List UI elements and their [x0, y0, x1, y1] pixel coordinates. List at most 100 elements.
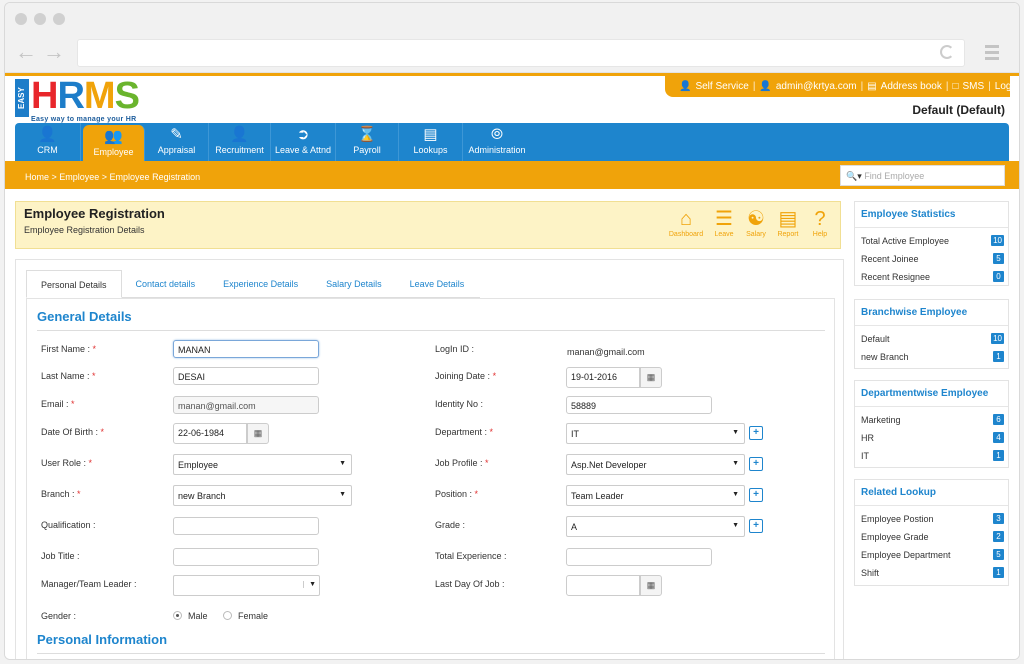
self-service-link[interactable]: Self Service: [695, 81, 748, 92]
hourglass-icon: ⌛: [357, 126, 377, 143]
nav-administration[interactable]: ⦾ Administration: [463, 123, 531, 161]
question-icon: ?: [814, 208, 826, 230]
nav-payroll[interactable]: ⌛ Payroll: [336, 123, 399, 161]
grade-select[interactable]: A ▼: [566, 516, 745, 537]
position-label: Position : *: [435, 489, 479, 499]
chevron-down-icon: ▼: [732, 491, 739, 498]
user-role-label: User Role : *: [41, 458, 93, 468]
branch-select[interactable]: new Branch ▼: [173, 485, 352, 506]
position-select[interactable]: Team Leader ▼: [566, 485, 745, 506]
last-day-input[interactable]: [566, 575, 640, 596]
search-icon[interactable]: 🔍▾: [846, 171, 862, 181]
stat-row[interactable]: Recent Joinee 5: [855, 250, 1008, 268]
top-links-bar: 👤 Self Service | 👤 admin@krtya.com | ▤ A…: [665, 76, 1019, 97]
tab-salary-details[interactable]: Salary Details: [312, 270, 396, 297]
nav-leave-attnd[interactable]: ➲ Leave & Attnd: [271, 123, 336, 161]
dashboard-button[interactable]: ⌂ Dashboard: [668, 207, 704, 238]
departmentwise-employee-panel: Departmentwise Employee Marketing 6 HR 4 I…: [854, 380, 1009, 468]
logout-link[interactable]: Logout: [995, 81, 1019, 92]
job-profile-select[interactable]: Asp.Net Developer ▼: [566, 454, 745, 475]
grade-label: Grade :: [435, 520, 466, 530]
forward-arrow-icon[interactable]: →: [43, 41, 65, 63]
leave-button[interactable]: ☰ Leave: [706, 207, 742, 238]
lookup-row[interactable]: Employee Grade 2: [855, 528, 1008, 546]
chevron-down-icon: ▼: [339, 491, 346, 498]
calendar-icon[interactable]: ▦: [247, 423, 269, 444]
edit-icon: ✎: [170, 126, 183, 143]
report-button[interactable]: ▤ Report: [770, 207, 806, 238]
section-title-personal: Personal Information: [37, 632, 168, 647]
easy-hrms-logo[interactable]: EASY HRMS Easy way to manage your HR: [15, 75, 155, 125]
panel-title: Employee Statistics: [855, 202, 1008, 228]
window-dot-minimize[interactable]: [34, 13, 46, 25]
tab-personal-details[interactable]: Personal Details: [26, 270, 122, 298]
branch-row[interactable]: Default 10: [855, 330, 1008, 348]
tab-contact-details[interactable]: Contact details: [122, 270, 210, 297]
tab-experience-details[interactable]: Experience Details: [209, 270, 312, 297]
nav-crm[interactable]: 👤 CRM: [15, 123, 81, 161]
search-input[interactable]: Find Employee: [864, 171, 924, 181]
last-name-input[interactable]: DESAI: [173, 367, 319, 385]
identity-no-input[interactable]: 58889: [566, 396, 712, 414]
qualification-input[interactable]: [173, 517, 319, 535]
calendar-icon[interactable]: ▦: [640, 367, 662, 388]
section-divider: [37, 330, 825, 331]
login-id-label: LogIn ID :: [435, 344, 475, 354]
count-badge: 3: [993, 513, 1004, 524]
window-dot-close[interactable]: [15, 13, 27, 25]
calendar-icon[interactable]: ▦: [640, 575, 662, 596]
nav-lookups[interactable]: ▤ Lookups: [399, 123, 463, 161]
address-bar[interactable]: [77, 39, 965, 67]
section-divider: [37, 653, 825, 654]
department-row[interactable]: HR 4: [855, 429, 1008, 447]
lookup-row[interactable]: Employee Department 5: [855, 546, 1008, 564]
joining-date-input[interactable]: 19-01-2016: [566, 367, 640, 388]
lookup-row[interactable]: Employee Postion 3: [855, 510, 1008, 528]
stat-row[interactable]: Total Active Employee 10: [855, 232, 1008, 250]
department-row[interactable]: Marketing 6: [855, 411, 1008, 429]
first-name-input[interactable]: MANAN: [173, 340, 319, 358]
nav-employee[interactable]: 👥 Employee: [83, 125, 145, 161]
email-field[interactable]: manan@gmail.com: [173, 396, 319, 414]
help-button[interactable]: ? Help: [802, 207, 838, 238]
total-experience-input[interactable]: [566, 548, 712, 566]
gender-female-radio[interactable]: [223, 611, 232, 620]
dob-label: Date Of Birth : *: [41, 427, 105, 437]
branch-label: Branch : *: [41, 489, 81, 499]
salary-button[interactable]: ☯ Salary: [738, 207, 774, 238]
find-employee-search[interactable]: 🔍▾ Find Employee: [840, 165, 1005, 186]
add-grade-icon[interactable]: +: [749, 519, 763, 533]
nav-recruitment[interactable]: 👤 Recruitment: [209, 123, 271, 161]
dob-input[interactable]: 22-06-1984: [173, 423, 247, 444]
form-body: General Details First Name : * MANAN Las…: [26, 298, 835, 659]
stat-row[interactable]: Recent Resignee 0: [855, 268, 1008, 286]
tab-leave-details[interactable]: Leave Details: [396, 270, 479, 297]
form-tabs: Personal Details Contact details Experie…: [26, 270, 480, 298]
add-job-profile-icon[interactable]: +: [749, 457, 763, 471]
user-email-link[interactable]: admin@krtya.com: [776, 81, 857, 92]
reload-icon[interactable]: [940, 45, 954, 59]
gender-male-radio[interactable]: [173, 611, 182, 620]
job-title-input[interactable]: [173, 548, 319, 566]
department-select[interactable]: IT ▼: [566, 423, 745, 444]
branch-row[interactable]: new Branch 1: [855, 348, 1008, 366]
main-nav: 👤 CRM 👥 Employee ✎ Appraisal 👤 Recruitment ➲…: [15, 123, 1009, 161]
sms-link[interactable]: SMS: [962, 81, 984, 92]
gender-label: Gender :: [41, 611, 77, 621]
manager-select[interactable]: ▼: [173, 575, 320, 596]
window-dot-zoom[interactable]: [53, 13, 65, 25]
address-book-link[interactable]: Address book: [881, 81, 942, 92]
employee-form-panel: Personal Details Contact details Experie…: [15, 259, 844, 659]
browser-menu-icon[interactable]: [985, 45, 999, 63]
department-row[interactable]: IT 1: [855, 447, 1008, 465]
add-position-icon[interactable]: +: [749, 488, 763, 502]
nav-appraisal[interactable]: ✎ Appraisal: [145, 123, 209, 161]
add-department-icon[interactable]: +: [749, 426, 763, 440]
user-role-select[interactable]: Employee ▼: [173, 454, 352, 475]
count-badge: 5: [993, 549, 1004, 560]
lookup-icon: ▤: [423, 126, 438, 143]
back-arrow-icon[interactable]: ←: [15, 41, 37, 63]
lookup-row[interactable]: Shift 1: [855, 564, 1008, 582]
browser-window: ← → 👤 Self Service | 👤 admin@krtya.com |…: [4, 2, 1020, 660]
last-name-label: Last Name : *: [41, 371, 96, 381]
